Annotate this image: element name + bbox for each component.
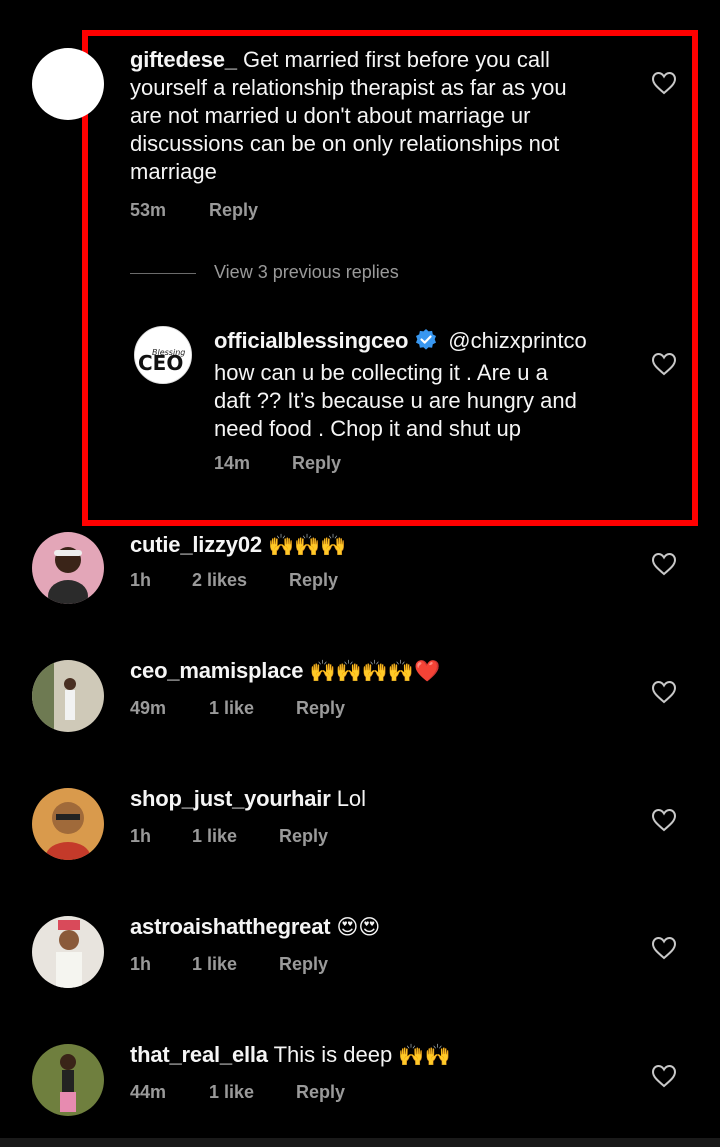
- reply-text-line: how can u be collecting it . Are u a: [214, 360, 548, 385]
- reply-button[interactable]: Reply: [296, 698, 345, 719]
- comment-meta: 1h 1 like Reply: [0, 826, 720, 850]
- comment-time: 53m: [130, 200, 167, 220]
- blessing-ceo-logo: Blessing CEO: [135, 327, 191, 383]
- bottom-bar: [0, 1138, 720, 1147]
- comment-emoji: 🙌🙌🙌🙌❤️: [309, 660, 441, 683]
- list-item: that_real_ella This is deep 🙌🙌 44m 1 lik…: [0, 1041, 720, 1137]
- reply-button[interactable]: Reply: [279, 826, 328, 847]
- reply-button[interactable]: Reply: [289, 570, 338, 591]
- comment-emoji: 🙌🙌🙌: [268, 534, 347, 557]
- comment-body: astroaishatthegreat 😍😍: [130, 913, 650, 942]
- reply-text-line: need food . Chop it and shut up: [214, 416, 522, 441]
- like-heart-icon[interactable]: [651, 71, 677, 95]
- like-heart-icon[interactable]: [651, 552, 677, 576]
- reply-text-line: daft ?? It’s because u are hungry and: [214, 388, 577, 413]
- comment-time: 1h: [130, 570, 152, 590]
- comment-body: ceo_mamisplace 🙌🙌🙌🙌❤️: [130, 657, 650, 686]
- reply-button[interactable]: Reply: [209, 200, 258, 221]
- likes-count[interactable]: 1 like: [192, 954, 237, 975]
- reply-time: 14m: [214, 453, 251, 473]
- comment-username[interactable]: shop_just_yourhair: [130, 786, 331, 811]
- comments-screen: giftedese_ Get married first before you …: [0, 0, 720, 1147]
- likes-count[interactable]: 1 like: [209, 698, 254, 719]
- reply-button[interactable]: Reply: [279, 954, 328, 975]
- comment-time: 44m: [130, 1082, 167, 1102]
- comment-text-line: yourself a relationship therapist as far…: [130, 75, 567, 100]
- comment-meta: 53m Reply: [0, 200, 720, 224]
- svg-text:CEO: CEO: [138, 351, 183, 375]
- like-heart-icon[interactable]: [651, 680, 677, 704]
- reply-meta: 14m Reply: [0, 453, 720, 477]
- list-item: ceo_mamisplace 🙌🙌🙌🙌❤️ 49m 1 like Reply: [0, 657, 720, 757]
- reply-button[interactable]: Reply: [292, 453, 341, 474]
- list-item: astroaishatthegreat 😍😍 1h 1 like Reply: [0, 913, 720, 1013]
- comment-meta: 44m 1 like Reply: [0, 1082, 720, 1106]
- comment-username[interactable]: ceo_mamisplace: [130, 658, 304, 683]
- view-replies-label[interactable]: View 3 previous replies: [214, 262, 399, 283]
- avatar[interactable]: Blessing CEO: [134, 326, 192, 384]
- comment-body: giftedese_ Get married first before you …: [130, 46, 630, 186]
- comment-text-line: are not married u don't about marriage u…: [130, 103, 531, 128]
- comment-body: that_real_ella This is deep 🙌🙌: [130, 1041, 650, 1070]
- comment-meta: 1h 2 likes Reply: [0, 570, 720, 594]
- like-heart-icon[interactable]: [651, 1064, 677, 1088]
- view-previous-replies[interactable]: View 3 previous replies: [130, 262, 530, 286]
- comment-emoji: 😍😍: [336, 916, 381, 939]
- like-heart-icon[interactable]: [651, 352, 677, 376]
- comment-meta: 49m 1 like Reply: [0, 698, 720, 722]
- comment-text-line: discussions can be on only relationships…: [130, 131, 560, 156]
- comment-time: 1h: [130, 954, 152, 974]
- comment-text-line: Get married first before you call: [242, 47, 550, 72]
- verified-badge-icon: [414, 328, 438, 359]
- comment-text: Lol: [336, 786, 367, 811]
- reply-body: officialblessingceo @chizxprintco how can…: [214, 327, 654, 443]
- comment-username[interactable]: cutie_lizzy02: [130, 532, 262, 557]
- comment-text-line: marriage: [130, 159, 217, 184]
- avatar[interactable]: [32, 48, 104, 120]
- comment-username[interactable]: astroaishatthegreat: [130, 914, 331, 939]
- list-item: shop_just_yourhair Lol 1h 1 like Reply: [0, 785, 720, 885]
- likes-count[interactable]: 1 like: [192, 826, 237, 847]
- list-item: cutie_lizzy02 🙌🙌🙌 1h 2 likes Reply: [0, 530, 720, 630]
- divider: [130, 273, 196, 274]
- likes-count[interactable]: 1 like: [209, 1082, 254, 1103]
- reply-username[interactable]: officialblessingceo: [214, 328, 408, 353]
- comment-username[interactable]: that_real_ella: [130, 1042, 268, 1067]
- comment-body: shop_just_yourhair Lol: [130, 785, 650, 814]
- like-heart-icon[interactable]: [651, 808, 677, 832]
- like-heart-icon[interactable]: [651, 936, 677, 960]
- comment-text: This is deep: [273, 1042, 393, 1067]
- likes-count[interactable]: 2 likes: [192, 570, 247, 591]
- comment-emoji: 🙌🙌: [398, 1044, 451, 1067]
- comment-body: cutie_lizzy02 🙌🙌🙌: [130, 531, 650, 560]
- reply-button[interactable]: Reply: [296, 1082, 345, 1103]
- comment-time: 1h: [130, 826, 152, 846]
- comment-time: 49m: [130, 698, 167, 718]
- comment-meta: 1h 1 like Reply: [0, 954, 720, 978]
- mention-link[interactable]: @chizxprintco: [448, 328, 587, 353]
- comment-username[interactable]: giftedese_: [130, 47, 237, 72]
